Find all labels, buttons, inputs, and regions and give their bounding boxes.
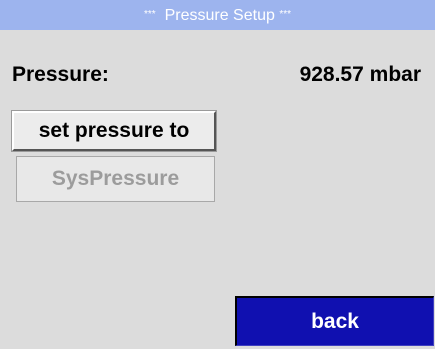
title-decoration-right: ***: [279, 9, 291, 20]
title-bar: *** Pressure Setup ***: [0, 0, 435, 30]
pressure-label: Pressure:: [12, 63, 109, 86]
sys-pressure-button[interactable]: SysPressure: [16, 156, 215, 202]
title-decoration-left: ***: [144, 9, 156, 20]
page-title: Pressure Setup: [164, 7, 275, 24]
set-pressure-button[interactable]: set pressure to: [11, 110, 217, 152]
back-button[interactable]: back: [235, 296, 434, 346]
pressure-value: 928.57: [299, 63, 364, 86]
pressure-readout: 928.57 mbar: [300, 63, 421, 87]
pressure-setup-screen: *** Pressure Setup *** Pressure: 928.57 …: [0, 0, 435, 349]
pressure-unit: mbar: [369, 63, 421, 86]
